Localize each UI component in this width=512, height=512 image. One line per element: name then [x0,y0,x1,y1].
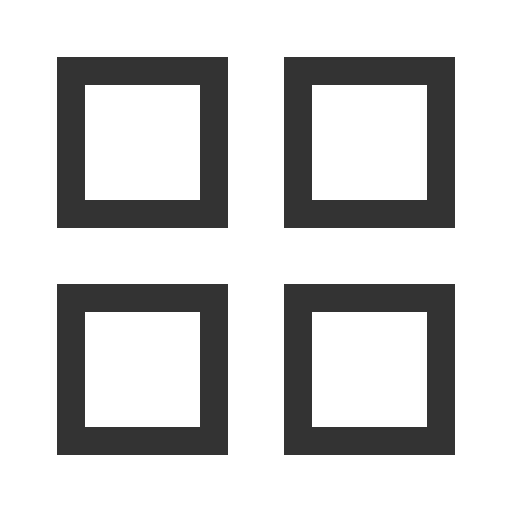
grid-square-bottom-left [57,284,228,455]
grid-square-bottom-right [284,284,455,455]
grid-square-top-left [57,57,228,228]
icon-canvas [0,0,512,512]
grid-view-icon [0,0,512,512]
grid-square-top-right [284,57,455,228]
